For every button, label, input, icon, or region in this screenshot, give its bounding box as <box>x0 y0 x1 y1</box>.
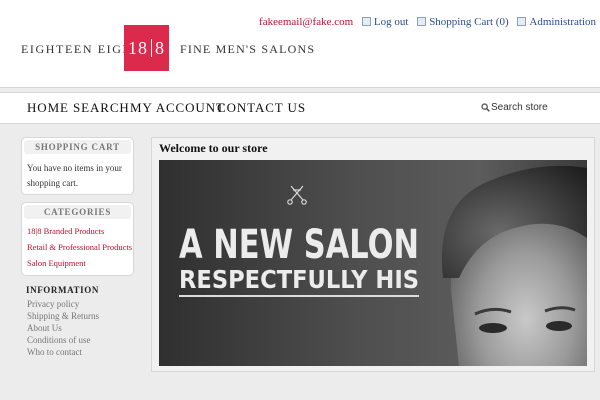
user-email: fakeemail@fake.com <box>259 16 354 28</box>
cart-icon <box>417 17 427 26</box>
hero-banner-graphic: A NEW SALON RESPECTFULLY HIS <box>159 160 587 366</box>
search-input[interactable]: Search store <box>476 99 598 118</box>
categories-title: CATEGORIES <box>24 205 131 219</box>
site-header: EIGHTEEN EIGHT 18 8 FINE MEN'S SALONS fak… <box>0 0 600 88</box>
admin-icon <box>517 17 527 26</box>
nav-search[interactable]: SEARCH <box>73 100 130 116</box>
shopping-cart-link[interactable]: Shopping Cart (0) <box>429 16 508 28</box>
category-branded-products[interactable]: 18|8 Branded Products <box>27 226 104 236</box>
info-link-about-us[interactable]: About Us <box>27 323 62 333</box>
logo[interactable]: 18 8 <box>124 25 169 71</box>
info-link-who-to-contact[interactable]: Who to contact <box>27 347 82 357</box>
search-icon <box>481 103 490 112</box>
shopping-cart-block: SHOPPING CART You have no items in your … <box>21 137 134 195</box>
hero-banner[interactable]: A NEW SALON RESPECTFULLY HIS <box>159 160 587 366</box>
category-retail-professional[interactable]: Retail & Professional Products <box>27 242 132 252</box>
brand-tagline: FINE MEN'S SALONS <box>180 42 316 56</box>
search-placeholder: Search store <box>491 102 548 113</box>
banner-subheadline: RESPECTFULLY HIS <box>179 265 419 294</box>
main-content: Welcome to our store A NEW SALON RESPECT… <box>151 137 595 372</box>
nav-contact-us[interactable]: CONTACT US <box>217 100 306 116</box>
cart-empty-message: You have no items in your shopping cart. <box>27 163 122 188</box>
nav-my-account[interactable]: MY ACCOUNT <box>130 100 225 116</box>
header-links: fakeemail@fake.com Log out Shopping Cart… <box>259 16 596 28</box>
info-link-conditions-of-use[interactable]: Conditions of use <box>27 335 91 345</box>
logout-link[interactable]: Log out <box>374 16 409 28</box>
information-title: INFORMATION <box>26 285 99 295</box>
logo-divider <box>151 39 152 57</box>
banner-headline: A NEW SALON <box>179 222 419 268</box>
categories-block: CATEGORIES 18|8 Branded Products Retail … <box>21 202 134 276</box>
shopping-cart-title: SHOPPING CART <box>24 140 131 154</box>
administration-link[interactable]: Administration <box>529 16 596 28</box>
welcome-heading: Welcome to our store <box>159 141 268 155</box>
logo-number-right: 8 <box>155 38 165 58</box>
info-link-privacy-policy[interactable]: Privacy policy <box>27 299 79 309</box>
nav-home[interactable]: HOME <box>27 100 69 116</box>
category-salon-equipment[interactable]: Salon Equipment <box>27 258 86 268</box>
logout-icon <box>361 17 371 26</box>
logo-number-left: 18 <box>128 38 148 58</box>
info-link-shipping-returns[interactable]: Shipping & Returns <box>27 311 99 321</box>
